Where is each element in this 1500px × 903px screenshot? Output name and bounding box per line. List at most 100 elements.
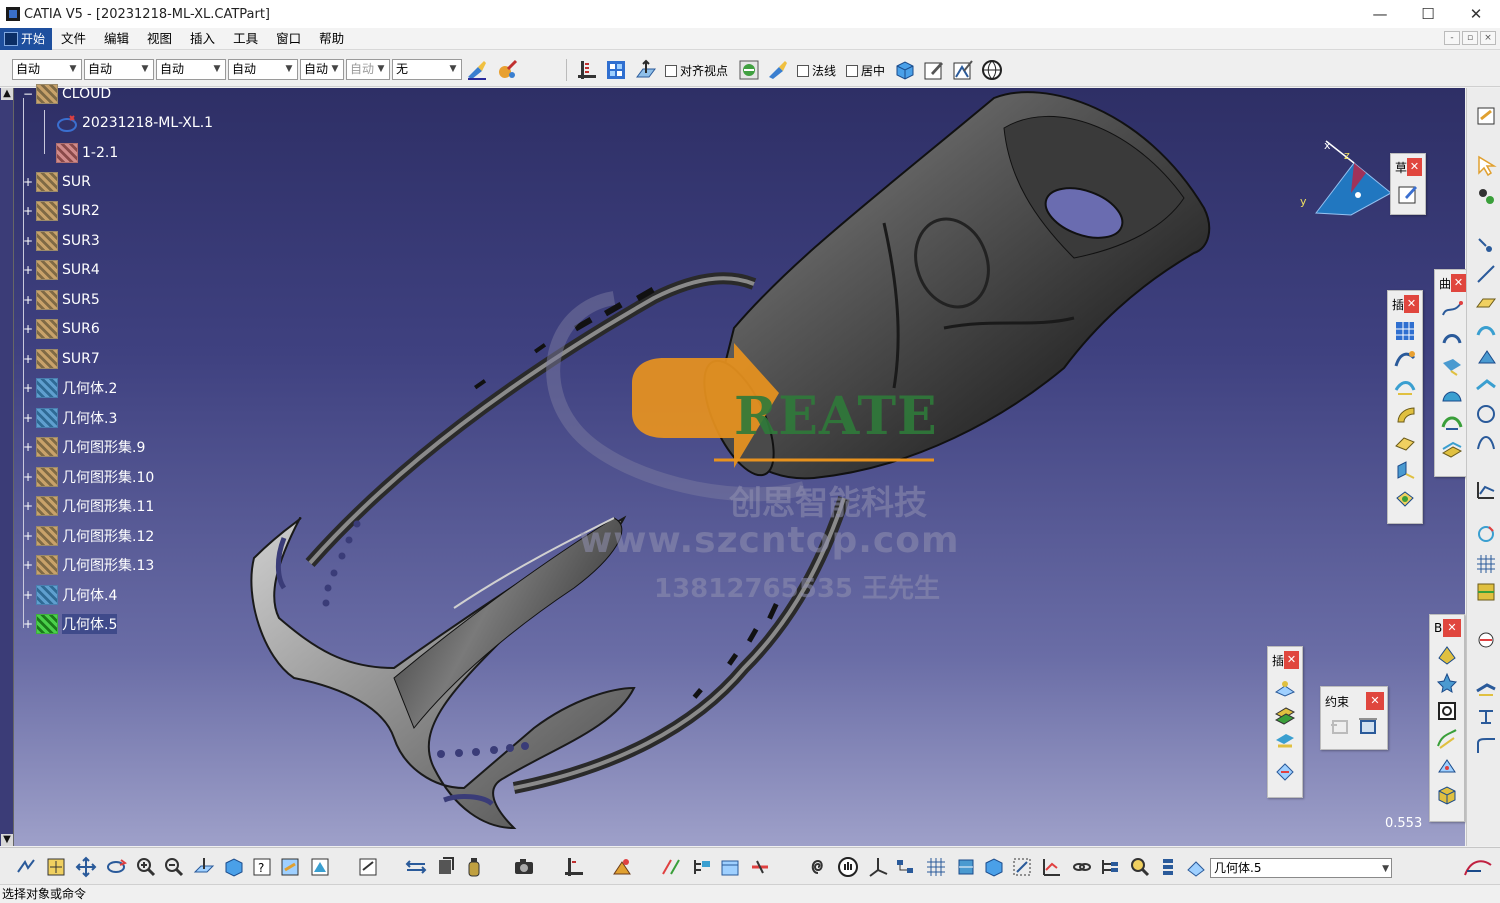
spline-icon[interactable] — [1439, 296, 1465, 324]
checkbox-box[interactable] — [665, 64, 677, 77]
menu-tools[interactable]: 工具 — [224, 28, 267, 50]
expand-icon[interactable]: + — [23, 176, 33, 188]
hand-icon[interactable] — [836, 855, 860, 879]
grid-view-icon[interactable] — [604, 58, 628, 82]
floating-toolbar-constraint[interactable]: 约束 ✕ — [1320, 686, 1388, 750]
tree-node[interactable]: + SUR4 — [23, 258, 100, 282]
reflect-icon[interactable] — [1474, 704, 1498, 728]
globe-icon[interactable] — [980, 58, 1004, 82]
expand-icon[interactable]: + — [23, 294, 33, 306]
mesh-icon[interactable] — [1392, 317, 1418, 345]
tree-node-cloud-points[interactable]: 1-2.1 — [56, 141, 118, 165]
sketch-icon[interactable] — [1395, 180, 1421, 208]
shading-icon[interactable] — [308, 855, 332, 879]
grid-mesh-icon[interactable] — [1474, 552, 1498, 576]
axis-system-icon[interactable] — [562, 855, 586, 879]
arc-surface-icon[interactable] — [1392, 373, 1418, 401]
expand-icon[interactable]: + — [23, 264, 33, 276]
doc-minimize-button[interactable]: - — [1444, 31, 1460, 45]
select-geometry-icon[interactable] — [1184, 855, 1208, 879]
star-icon[interactable] — [1434, 669, 1460, 697]
pan-icon[interactable] — [74, 855, 98, 879]
expand-icon[interactable]: + — [23, 382, 33, 394]
sketch-edit-icon[interactable] — [922, 58, 946, 82]
menu-help[interactable]: 帮助 — [310, 28, 353, 50]
measure-icon[interactable] — [356, 855, 380, 879]
grid-snap-icon[interactable] — [924, 855, 948, 879]
camera-icon[interactable] — [512, 855, 536, 879]
paint-icon[interactable] — [766, 58, 790, 82]
tree-scrollbar[interactable]: ▲ ▼ — [0, 88, 14, 846]
line-type-dropdown[interactable]: 自动 ▼ — [228, 59, 298, 80]
painter-icon[interactable] — [465, 58, 489, 82]
checkbox-box[interactable] — [846, 64, 858, 77]
tree-node[interactable]: + 几何图形集.10 — [23, 465, 154, 489]
render-icon[interactable] — [737, 58, 761, 82]
plane-tool-icon[interactable] — [1474, 290, 1498, 314]
tree-node[interactable]: + SUR3 — [23, 229, 100, 253]
fillet-icon[interactable] — [1474, 734, 1498, 758]
tree-node[interactable]: + 几何体.3 — [23, 406, 117, 430]
mass-icon[interactable] — [462, 855, 486, 879]
normal-checkbox[interactable]: 法线 — [797, 62, 836, 79]
normal-view-icon[interactable] — [192, 855, 216, 879]
draft-icon[interactable] — [951, 58, 975, 82]
checkbox-box[interactable] — [797, 64, 809, 77]
sweep-surface-icon[interactable] — [1474, 374, 1498, 398]
expand-icon[interactable]: + — [23, 618, 33, 630]
scroll-up-arrow[interactable]: ▲ — [1, 88, 13, 100]
menu-edit[interactable]: 编辑 — [95, 28, 138, 50]
curve-tool-icon[interactable] — [1474, 430, 1498, 454]
tree-node[interactable]: + SUR7 — [23, 347, 100, 371]
transparency-dropdown[interactable]: 自动 ▼ — [84, 59, 154, 80]
blend-icon[interactable] — [1439, 352, 1465, 380]
constraint-box-icon[interactable] — [1357, 715, 1379, 740]
graph-icon[interactable] — [1040, 855, 1064, 879]
transform-icon[interactable] — [1272, 757, 1298, 785]
tree-node-cloud-part[interactable]: 20231218-ML-XL.1 — [56, 111, 213, 135]
expand-icon[interactable]: + — [23, 323, 33, 335]
menu-insert[interactable]: 插入 — [181, 28, 224, 50]
sweep-icon[interactable] — [1392, 401, 1418, 429]
collapse-icon[interactable]: − — [23, 88, 33, 100]
extrude-surface-icon[interactable] — [1474, 320, 1498, 344]
close-icon[interactable]: ✕ — [1451, 274, 1466, 292]
point-symbol-dropdown[interactable]: 自动 ▼ — [300, 59, 344, 80]
tree-node[interactable]: + SUR6 — [23, 317, 100, 341]
box-icon[interactable] — [982, 855, 1006, 879]
tree-node[interactable]: + 几何体.2 — [23, 376, 117, 400]
close-icon[interactable]: ✕ — [1443, 619, 1461, 637]
expand-icon[interactable]: + — [23, 500, 33, 512]
circle-icon[interactable] — [1474, 402, 1498, 426]
stack-icon[interactable] — [1156, 855, 1180, 879]
multi-select-icon[interactable] — [1474, 184, 1498, 208]
connect-icon[interactable] — [1474, 522, 1498, 546]
tree-node-active[interactable]: + 几何体.5 — [23, 612, 118, 636]
curve-icon[interactable] — [1392, 345, 1418, 373]
revolve-icon[interactable] — [1474, 346, 1498, 370]
command-input[interactable]: 几何体.5 ▼ — [1210, 858, 1392, 878]
structure-icon[interactable] — [1098, 855, 1122, 879]
expand-icon[interactable]: + — [23, 441, 33, 453]
expand-icon[interactable]: + — [23, 353, 33, 365]
close-button[interactable]: ✕ — [1452, 0, 1500, 28]
split-icon[interactable] — [1272, 729, 1298, 757]
tree-node[interactable]: + SUR5 — [23, 288, 100, 312]
floating-toolbar-curves[interactable]: 曲 ✕ — [1434, 269, 1470, 477]
tree-node-cloud[interactable]: − CLOUD — [23, 82, 111, 106]
menu-file[interactable]: 文件 — [52, 28, 95, 50]
curve-surface-icon[interactable] — [1434, 725, 1460, 753]
expand-icon[interactable]: + — [23, 530, 33, 542]
dimension-icon[interactable] — [404, 855, 428, 879]
expand-icon[interactable]: + — [23, 412, 33, 424]
doc-restore-button[interactable]: ▫ — [1462, 31, 1478, 45]
tree-expand-icon[interactable] — [690, 855, 714, 879]
point-on-plane-icon[interactable] — [1272, 673, 1298, 701]
expand-icon[interactable]: + — [23, 235, 33, 247]
rotate-icon[interactable] — [104, 855, 128, 879]
tree-node[interactable]: + 几何图形集.13 — [23, 553, 154, 577]
link-icon[interactable] — [1070, 855, 1094, 879]
axis-icon[interactable] — [866, 855, 890, 879]
fill-color-dropdown[interactable]: 自动 ▼ — [12, 59, 82, 80]
expand-icon[interactable]: + — [23, 559, 33, 571]
